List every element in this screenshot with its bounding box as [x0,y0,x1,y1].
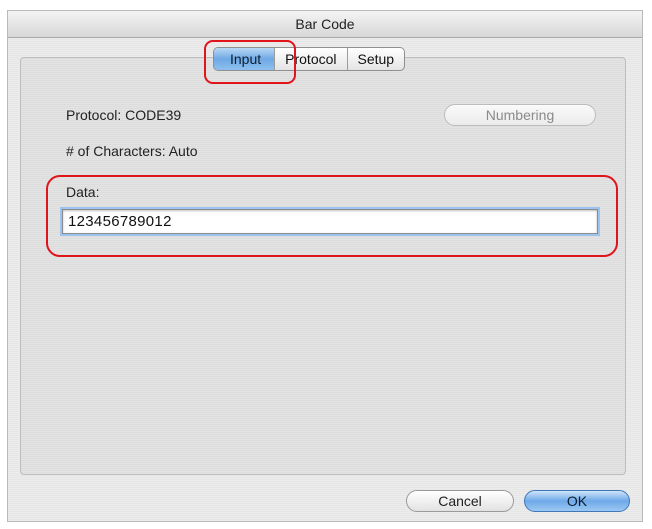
tab-bar: Input Protocol Setup [213,47,406,71]
characters-label: # of Characters: Auto [66,143,198,159]
data-label: Data: [66,184,100,200]
window-title: Bar Code [8,11,642,38]
ok-button[interactable]: OK [524,490,630,512]
numbering-button[interactable]: Numbering [444,104,596,126]
cancel-button[interactable]: Cancel [406,490,514,512]
data-input[interactable] [60,207,600,236]
protocol-label: Protocol: CODE39 [66,107,182,123]
tab-setup[interactable]: Setup [346,48,405,70]
tab-protocol[interactable]: Protocol [274,48,346,70]
tab-input[interactable]: Input [214,48,275,70]
